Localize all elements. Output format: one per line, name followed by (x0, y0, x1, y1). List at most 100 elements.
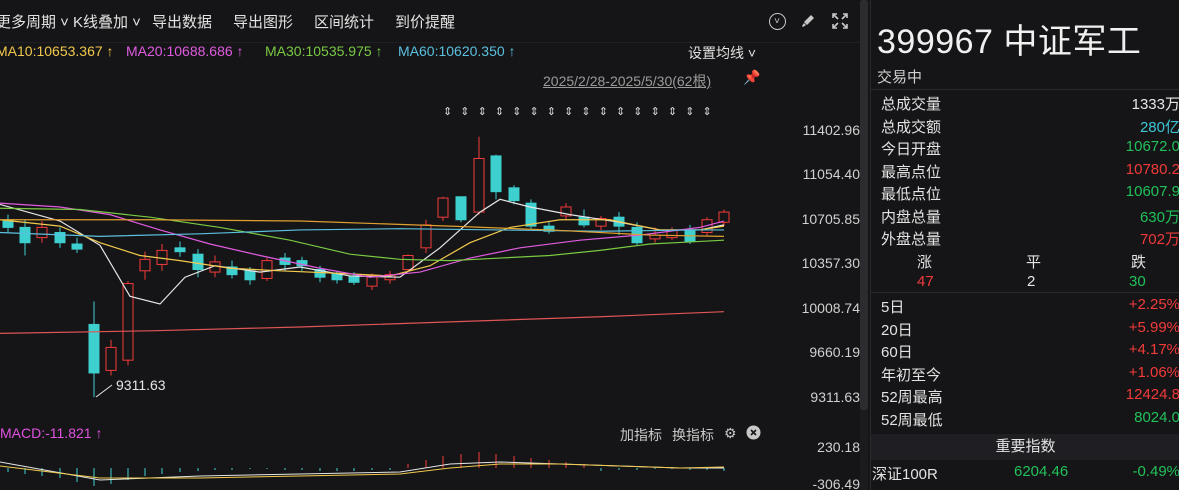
signal-arrow-icon: ⇕ (564, 106, 573, 118)
candle-up (139, 258, 151, 272)
candle-down (174, 247, 186, 253)
signal-arrow-icon: ⇕ (460, 106, 469, 118)
gear-icon[interactable]: ⚙ (724, 425, 737, 442)
price-axis-label: 10008.74 (801, 300, 860, 316)
stat-label: 总成交量 (881, 96, 942, 113)
signal-arrow-icon: ⇕ (703, 106, 712, 118)
price-axis-label: 9311.63 (810, 389, 860, 405)
kline-overlay-dropdown[interactable]: K线叠加 ˅ (73, 11, 141, 32)
brush-icon[interactable] (797, 10, 819, 32)
close-circle-icon[interactable] (746, 425, 761, 443)
stat-value: 702万 (1139, 231, 1179, 248)
ma-settings-dropdown[interactable]: 设置均线 ˅ (688, 43, 756, 63)
signal-arrow-icon: ⇕ (651, 106, 660, 118)
signal-arrow-icon: ⇕ (685, 106, 694, 118)
stat-value: 1333万 (1131, 96, 1179, 113)
dea-line (0, 463, 725, 479)
export-chart-button[interactable]: 导出图形 (233, 11, 293, 32)
stat-row: 内盘总量 630万 (881, 206, 1179, 228)
annotation-pointer (95, 384, 113, 398)
switch-indicator-button[interactable]: 换指标 (672, 425, 714, 445)
index-value: 6204.46 (1014, 463, 1069, 480)
candle-down (348, 275, 360, 283)
price-axis-label: 11402.96 (802, 122, 860, 138)
candle-up (437, 197, 449, 218)
change-label: 年初至今 (881, 366, 942, 384)
pin-icon[interactable]: 📌 (743, 69, 760, 86)
candle-down (490, 155, 502, 193)
more-periods-dropdown[interactable]: 更多周期 ˅ (0, 11, 69, 32)
divider (871, 89, 1179, 90)
candle-up (473, 157, 485, 213)
ma-line (0, 311, 725, 334)
candle-down (71, 243, 83, 250)
fullscreen-icon[interactable] (829, 10, 851, 32)
candle-down (455, 196, 467, 221)
add-indicator-button[interactable]: 加指标 (620, 425, 662, 445)
signal-arrow-icon: ⇕ (668, 106, 677, 118)
stat-row: 外盘总量 702万 (881, 228, 1179, 250)
stat-label: 外盘总量 (881, 231, 942, 248)
change-label: 60日 (881, 344, 913, 361)
stat-value: 10672.0 (1125, 138, 1179, 155)
quote-panel: 399967 中证军工 交易中 总成交量 1333万 总成交额 280亿 今日开盘 106… (870, 0, 1179, 490)
ma30-label: MA30:10535.975 ↑ (265, 43, 383, 59)
price-axis-label: 10357.30 (801, 255, 860, 271)
signal-arrow-icon: ⇕ (599, 106, 608, 118)
stat-value: 280亿 (1139, 118, 1179, 136)
change-row: 5日 +2.25% (881, 296, 1179, 318)
stat-label: 总成交额 (881, 118, 942, 136)
change-row: 52周最低 8024.0 (881, 409, 1179, 431)
candle-up (122, 283, 134, 361)
macd-chart[interactable] (0, 444, 772, 490)
change-value: +5.99% (1128, 318, 1179, 336)
app-window: { "toolbar": { "more_periods": "更多周期", "… (0, 0, 1179, 490)
change-label: 52周最低 (881, 411, 943, 429)
stat-value: 10780.2 (1125, 160, 1179, 178)
candle-down (54, 232, 66, 244)
candle-down (19, 226, 31, 244)
candle-up (420, 224, 432, 249)
change-value: 12424.8 (1125, 386, 1179, 403)
range-stats-button[interactable]: 区间统计 (314, 11, 374, 32)
important-index-header[interactable]: 重要指数 (871, 434, 1179, 460)
signal-arrow-icon: ⇕ (547, 106, 556, 118)
price-alert-button[interactable]: 到价提醒 (395, 11, 455, 32)
signal-arrow-icon: ⇕ (633, 106, 642, 118)
index-title: 399967 中证军工 (877, 23, 1142, 61)
signal-arrow-icon: ⇕ (478, 106, 487, 118)
change-label: 52周最高 (881, 389, 943, 406)
change-value: +2.25% (1128, 296, 1179, 313)
change-value: 8024.0 (1134, 408, 1179, 426)
chevron-down-circle-icon[interactable]: ˅ (766, 10, 788, 32)
stat-label: 内盘总量 (881, 208, 942, 226)
change-label: 20日 (881, 321, 913, 339)
stat-row: 总成交额 280亿 (881, 116, 1179, 138)
flat-count: 2 (1027, 273, 1036, 290)
stat-row: 最高点位 10780.2 (881, 161, 1179, 183)
candle-down (244, 270, 256, 281)
stat-label: 最高点位 (881, 163, 942, 181)
ma-line (0, 202, 725, 278)
macd-value: MACD:-11.821 ↑ (0, 425, 103, 441)
stat-label: 今日开盘 (881, 141, 942, 158)
up-count-label: 涨 (917, 254, 933, 271)
vertical-scrollbar[interactable] (860, 0, 868, 490)
signal-arrow-icon: ⇕ (443, 106, 452, 118)
signal-arrow-icon: ⇕ (495, 106, 504, 118)
export-data-button[interactable]: 导出数据 (152, 11, 212, 32)
down-count-label: 跌 (1131, 254, 1147, 271)
flat-count-label: 平 (1026, 254, 1042, 271)
change-value: +1.06% (1128, 363, 1179, 381)
stat-row: 总成交量 1333万 (881, 93, 1179, 115)
change-row: 60日 +4.17% (881, 341, 1179, 363)
stat-value: 10607.9 (1125, 183, 1179, 200)
divider (871, 292, 1179, 293)
candle-up (402, 254, 414, 271)
scrollbar-thumb[interactable] (860, 0, 868, 410)
ma10-label: MA10:10653.367 ↑ (0, 43, 114, 59)
change-label: 5日 (881, 299, 905, 316)
index-change: -0.49% (1132, 463, 1179, 480)
macd-axis-top: 230.18 (817, 439, 860, 455)
index-row[interactable]: 深证100R 6204.46 -0.49% (871, 463, 1179, 485)
